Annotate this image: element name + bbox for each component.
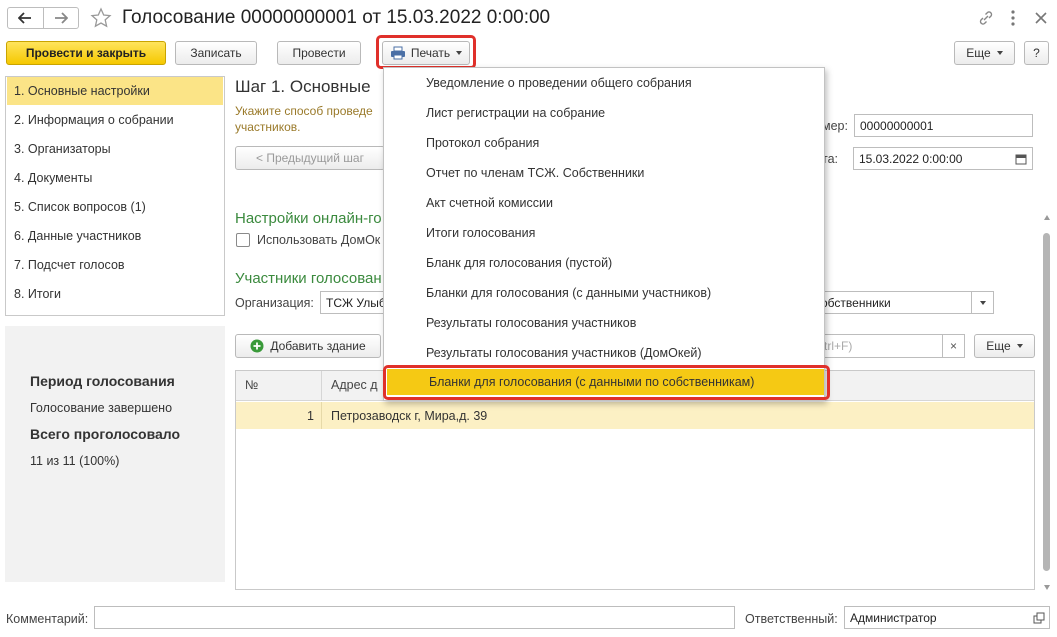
more-vertical-icon[interactable] — [1010, 9, 1016, 27]
post-button[interactable]: Провести — [277, 41, 361, 65]
organization-label: Организация: — [235, 296, 314, 310]
column-header-address[interactable]: Адрес д — [331, 378, 378, 392]
table-more-label: Еще — [986, 339, 1011, 353]
responsible-field[interactable]: Администратор — [844, 606, 1050, 629]
open-icon[interactable] — [1033, 612, 1045, 624]
responsible-label: Ответственный: — [745, 612, 838, 626]
organization-field[interactable]: ТСЖ Улыб — [320, 291, 390, 314]
link-icon[interactable] — [978, 10, 994, 26]
print-button[interactable]: Печать — [382, 41, 470, 65]
hint-line-1: Укажите способ проведе — [235, 104, 373, 118]
total-value: 11 из 11 (100%) — [30, 454, 120, 468]
save-button[interactable]: Записать — [175, 41, 257, 65]
period-title: Период голосования — [30, 373, 175, 389]
column-divider — [321, 371, 322, 401]
menu-item-participant-results[interactable]: Результаты голосования участников — [384, 308, 822, 338]
chevron-down-icon — [456, 51, 463, 55]
menu-item-participant-results-domokey[interactable]: Результаты голосования участников (ДомОк… — [384, 338, 822, 368]
forward-button[interactable] — [44, 8, 79, 28]
sidebar-item-meeting-info[interactable]: 2. Информация о собрании — [7, 106, 223, 134]
arrow-right-icon — [54, 12, 68, 24]
hint-line-2: участников. — [235, 120, 301, 134]
clear-search-button[interactable]: × — [942, 335, 964, 357]
plus-circle-icon — [250, 339, 264, 353]
star-icon[interactable] — [90, 7, 112, 29]
chevron-down-icon — [996, 51, 1003, 55]
sidebar-item-organizers[interactable]: 3. Организаторы — [7, 135, 223, 163]
menu-highlight-frame — [383, 365, 830, 400]
chevron-down-icon — [1016, 344, 1023, 348]
use-domokey-label: Использовать ДомОк — [257, 233, 381, 247]
back-button[interactable] — [8, 8, 44, 28]
more-button[interactable]: Еще — [954, 41, 1015, 65]
menu-item-commission-act[interactable]: Акт счетной комиссии — [384, 188, 822, 218]
menu-item-members-report[interactable]: Отчет по членам ТСЖ. Собственники — [384, 158, 822, 188]
menu-item-meeting-notice[interactable]: Уведомление о проведении общего собрания — [384, 68, 822, 98]
scroll-down-arrow[interactable] — [1044, 585, 1050, 590]
comment-label: Комментарий: — [6, 612, 89, 626]
date-field[interactable]: 15.03.2022 0:00:00 — [853, 147, 1033, 170]
column-header-number[interactable]: № — [245, 378, 258, 392]
sidebar-item-results[interactable]: 8. Итоги — [7, 280, 223, 308]
add-building-label: Добавить здание — [270, 339, 366, 353]
arrow-left-icon — [18, 12, 32, 24]
previous-step-button[interactable]: < Предыдущий шаг — [235, 146, 385, 170]
total-title: Всего проголосовало — [30, 426, 181, 442]
date-value: 15.03.2022 0:00:00 — [859, 151, 963, 166]
row-address: Петрозаводск г, Мира,д. 39 — [331, 409, 488, 423]
type-dropdown-button[interactable] — [971, 292, 993, 313]
use-domokey-checkbox[interactable] — [236, 233, 250, 247]
back-forward-group — [7, 7, 79, 29]
menu-item-registration-sheet[interactable]: Лист регистрации на собрание — [384, 98, 822, 128]
step-title: Шаг 1. Основные — [235, 77, 371, 96]
vertical-scrollbar[interactable] — [1043, 215, 1051, 590]
period-status: Голосование завершено — [30, 401, 173, 415]
number-field[interactable]: 00000000001 — [854, 114, 1033, 137]
close-icon[interactable] — [1034, 11, 1048, 25]
row-number: 1 — [307, 409, 314, 423]
responsible-value: Администратор — [850, 610, 937, 625]
menu-item-ballots-participants[interactable]: Бланки для голосования (с данными участн… — [384, 278, 822, 308]
more-label: Еще — [966, 46, 991, 60]
search-field[interactable]: trl+F) × — [815, 334, 965, 358]
online-settings-heading: Настройки онлайн-го — [235, 210, 382, 227]
sidebar-item-documents[interactable]: 4. Документы — [7, 164, 223, 192]
scroll-thumb[interactable] — [1043, 233, 1050, 571]
post-and-close-button[interactable]: Провести и закрыть — [6, 41, 166, 65]
help-button[interactable]: ? — [1024, 41, 1049, 65]
chevron-down-icon — [979, 300, 986, 305]
print-label: Печать — [410, 46, 451, 60]
page-title: Голосование 00000000001 от 15.03.2022 0:… — [122, 7, 551, 28]
participants-heading: Участники голосован — [235, 270, 382, 287]
participant-type-value: обственники — [821, 295, 891, 310]
calendar-icon[interactable] — [1015, 153, 1027, 165]
menu-item-meeting-protocol[interactable]: Протокол собрания — [384, 128, 822, 158]
sidebar-item-basic-settings[interactable]: 1. Основные настройки — [7, 77, 223, 105]
sidebar-item-participants[interactable]: 6. Данные участников — [7, 222, 223, 250]
menu-item-voting-results[interactable]: Итоги голосования — [384, 218, 822, 248]
row-cell-divider — [321, 402, 322, 429]
add-building-button[interactable]: Добавить здание — [235, 334, 381, 358]
scroll-up-arrow[interactable] — [1044, 215, 1050, 220]
printer-icon — [390, 46, 405, 60]
comment-field[interactable] — [94, 606, 735, 629]
sidebar-item-questions[interactable]: 5. Список вопросов (1) — [7, 193, 223, 221]
number-label: мер: — [822, 119, 848, 133]
table-more-button[interactable]: Еще — [974, 334, 1035, 358]
search-placeholder: trl+F) — [824, 339, 853, 353]
menu-item-blank-ballot[interactable]: Бланк для голосования (пустой) — [384, 248, 822, 278]
sidebar-item-vote-count[interactable]: 7. Подсчет голосов — [7, 251, 223, 279]
participant-type-field[interactable]: обственники — [800, 291, 994, 314]
